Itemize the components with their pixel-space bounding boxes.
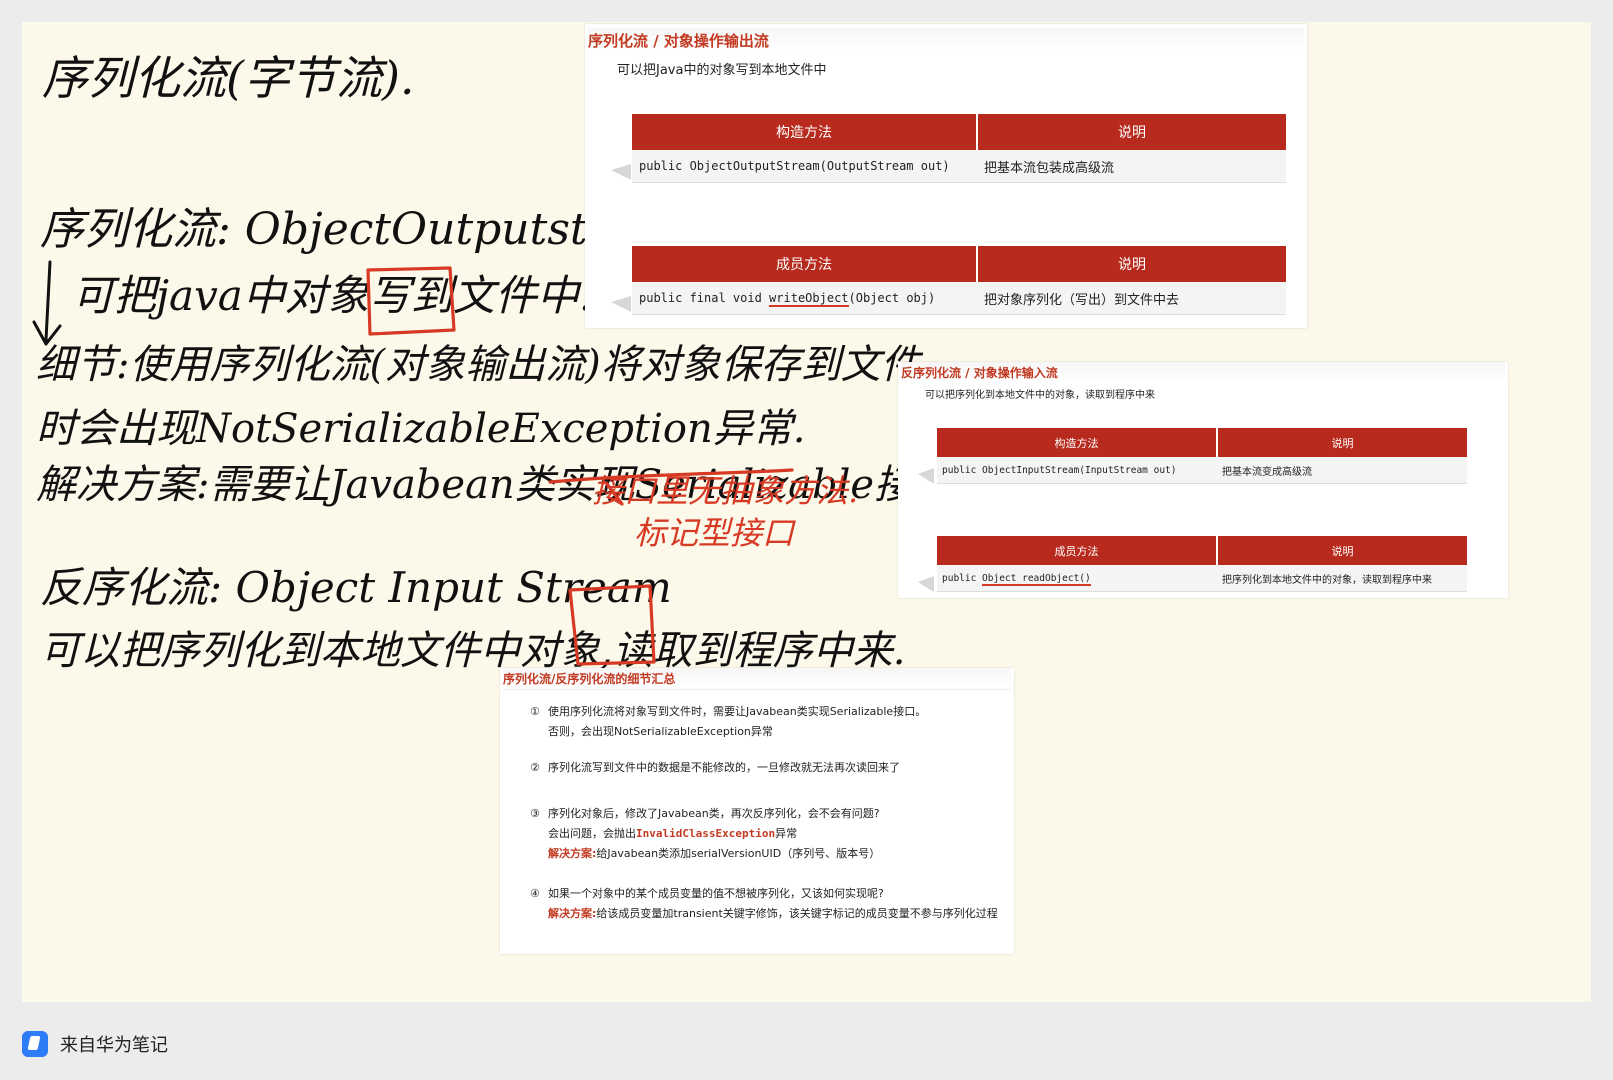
summary-item-3-line2-prefix: 会出问题，会抛出	[548, 827, 636, 840]
slide-summary-title: 序列化流/反序列化流的细节汇总	[503, 668, 1011, 690]
hw-line2: 可把java中对象写到文件中.	[72, 271, 592, 320]
slide-input-subtitle: 可以把序列化到本地文件中的对象，读取到程序中来	[925, 390, 1155, 401]
hw-line4: 时会出现NotSerializableException异常.	[36, 406, 805, 452]
summary-item-3-line2-suffix: 异常	[775, 827, 798, 840]
summary-item-1-num: ①	[530, 705, 540, 718]
output-ctor-code: public ObjectOutputStream(OutputStream o…	[632, 150, 977, 183]
summary-item-3-line1: 序列化对象后，修改了Javabean类，再次反序列化，会不会有问题?	[548, 807, 880, 820]
hw-title: 序列化流(字节流).	[42, 51, 415, 105]
input-member-code-type: Object	[982, 572, 1017, 586]
output-member-desc: 把对象序列化（写出）到文件中去	[977, 282, 1286, 315]
input-member-desc: 把序列化到本地文件中的对象，读取到程序中来	[1217, 565, 1467, 592]
input-member-table: 成员方法 说明 public Object readObject() 把序列化到…	[937, 536, 1467, 592]
summary-item-4-solution-label: 解决方案:	[548, 907, 597, 920]
table-shadow	[918, 468, 934, 484]
input-member-desc-header: 说明	[1217, 536, 1467, 565]
slide-output-stream: 序列化流 / 对象操作输出流 可以把Java中的对象写到本地文件中 构造方法 说…	[585, 24, 1307, 328]
summary-item-3-line2-red: InvalidClassException	[636, 827, 776, 840]
summary-item-1-line2: 否则，会出现NotSerializableException异常	[548, 725, 773, 738]
output-member-code-prefix: public final void	[639, 291, 770, 305]
output-member-code-suffix: (Object obj)	[848, 291, 936, 305]
table-shadow	[918, 576, 934, 592]
summary-item-4-line1: 如果一个对象中的某个成员变量的值不想被序列化，又该如何实现呢?	[548, 887, 884, 900]
summary-item-1-line1: 使用序列化流将对象写到文件时，需要让Javabean类实现Serializabl…	[548, 705, 927, 718]
output-ctor-table: 构造方法 说明 public ObjectOutputStream(Output…	[632, 114, 1286, 183]
output-ctor-desc: 把基本流包装成高级流	[977, 150, 1286, 183]
output-member-header: 成员方法	[632, 246, 978, 282]
output-ctor-header: 构造方法	[632, 114, 978, 150]
hw-red-note-2: 标记型接口	[634, 514, 796, 552]
summary-item-2: ② 序列化流写到文件中的数据是不能修改的，一旦修改就无法再次读回来了	[530, 758, 900, 778]
hw-arrow-red	[605, 482, 624, 506]
hw-line3: 细节:使用序列化流(对象输出流)将对象保存到文件	[36, 342, 924, 388]
summary-item-2-num: ②	[530, 761, 540, 774]
note-canvas[interactable]: 序列化流(字节流). 序列化流: ObjectOutputstream. 可把j…	[22, 22, 1591, 1002]
hw-box-read	[568, 584, 656, 666]
summary-item-3-solution-text: 给Javabean类添加serialVersionUID（序列号、版本号）	[596, 847, 881, 860]
summary-item-1: ① 使用序列化流将对象写到文件时，需要让Javabean类实现Serializab…	[530, 702, 926, 742]
input-ctor-desc-header: 说明	[1217, 428, 1467, 457]
table-shadow	[611, 164, 631, 180]
input-ctor-header: 构造方法	[937, 428, 1218, 457]
huawei-notes-icon	[22, 1031, 48, 1057]
hw-underline-serializable	[548, 468, 794, 484]
output-member-code-method: writeObject	[769, 291, 849, 307]
slide-input-stream: 反序列化流 / 对象操作输入流 可以把序列化到本地文件中的对象，读取到程序中来 …	[898, 362, 1508, 598]
summary-item-4: ④ 如果一个对象中的某个成员变量的值不想被序列化，又该如何实现呢? 解决方案:给该…	[530, 884, 998, 924]
input-member-code: public Object readObject()	[937, 565, 1217, 592]
hw-line5: 解决方案:需要让Javabean类实现Serializable接口.	[36, 462, 967, 508]
summary-item-3-num: ③	[530, 807, 540, 820]
hw-box-write	[366, 266, 456, 336]
output-ctor-desc-header: 说明	[977, 114, 1286, 150]
output-member-table: 成员方法 说明 public final void writeObject(Ob…	[632, 246, 1286, 315]
slide-input-title: 反序列化流 / 对象操作输入流	[901, 362, 1505, 383]
footer-text: 来自华为笔记	[60, 1035, 168, 1056]
input-member-code-method: readObject()	[1016, 572, 1091, 586]
input-ctor-desc: 把基本流变成高级流	[1217, 457, 1467, 484]
summary-item-2-line1: 序列化流写到文件中的数据是不能修改的，一旦修改就无法再次读回来了	[548, 761, 900, 774]
footer-source: 来自华为笔记	[22, 1030, 168, 1058]
hw-arrow-down	[32, 260, 62, 346]
summary-item-4-solution-text: 给该成员变量加transient关键字修饰，该关键字标记的成员变量不参与序列化过…	[596, 907, 998, 920]
output-member-code: public final void writeObject(Object obj…	[632, 282, 977, 315]
summary-item-3-solution-label: 解决方案:	[548, 847, 597, 860]
input-ctor-code: public ObjectInputStream(InputStream out…	[937, 457, 1217, 484]
hw-line6: 反序化流: Object Input Stream	[40, 563, 672, 612]
input-ctor-table: 构造方法 说明 public ObjectInputStream(InputSt…	[937, 428, 1467, 484]
input-member-header: 成员方法	[937, 536, 1218, 565]
summary-item-3: ③ 序列化对象后，修改了Javabean类，再次反序列化，会不会有问题? 会出问题…	[530, 804, 880, 864]
hw-red-note-1: 接口里无抽象方法.	[592, 472, 858, 510]
output-member-desc-header: 说明	[977, 246, 1286, 282]
table-shadow	[611, 296, 631, 312]
slide-output-subtitle: 可以把Java中的对象写到本地文件中	[617, 63, 827, 78]
input-member-code-prefix: public	[942, 572, 983, 584]
summary-item-4-num: ④	[530, 887, 540, 900]
slide-output-title: 序列化流 / 对象操作输出流	[588, 28, 1304, 53]
slide-summary: 序列化流/反序列化流的细节汇总 ① 使用序列化流将对象写到文件时，需要让Javab…	[500, 668, 1014, 954]
